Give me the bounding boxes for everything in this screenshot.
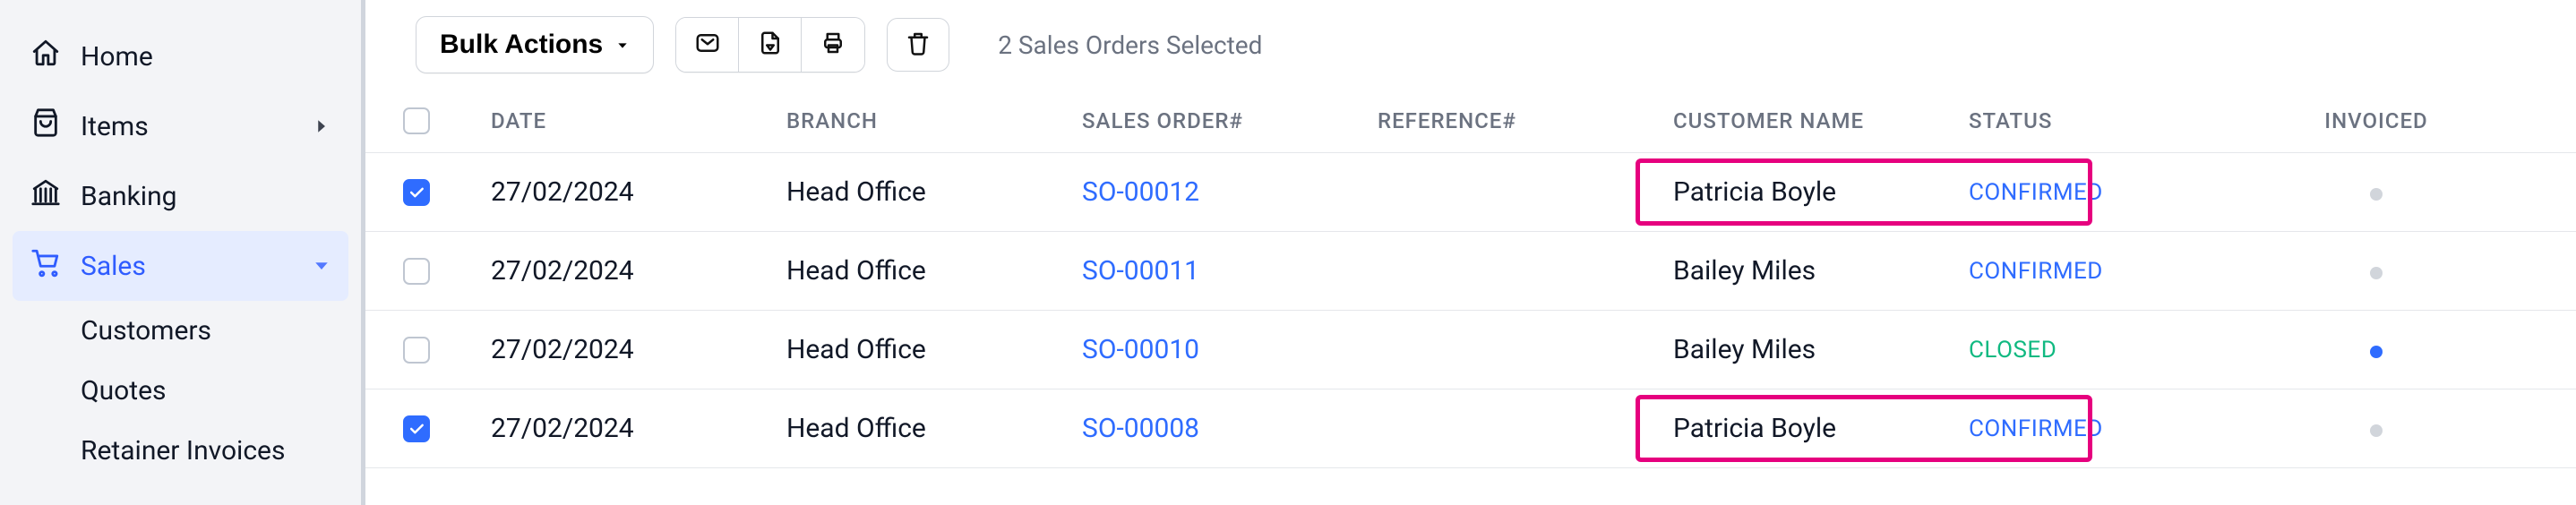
cell-payment	[2506, 334, 2576, 365]
cell-branch: Head Office	[786, 413, 1082, 444]
status-dot	[2370, 188, 2383, 201]
bulk-actions-button[interactable]: Bulk Actions	[416, 16, 654, 73]
cell-so-link[interactable]: SO-00011	[1082, 255, 1378, 287]
col-date[interactable]: DATE	[491, 108, 786, 133]
table-row[interactable]: 27/02/2024 Head Office SO-00010 Bailey M…	[365, 311, 2576, 389]
sidebar-label: Sales	[81, 251, 146, 282]
sidebar-sub-customers[interactable]: Customers	[0, 301, 361, 361]
cell-date: 27/02/2024	[491, 413, 786, 444]
cell-status: CONFIRMED	[1969, 415, 2246, 442]
cell-customer: Patricia Boyle	[1673, 176, 1969, 208]
cell-branch: Head Office	[786, 334, 1082, 365]
col-invoiced[interactable]: INVOICED	[2246, 108, 2506, 133]
chevron-right-icon	[313, 111, 331, 142]
cell-date: 27/02/2024	[491, 176, 786, 208]
cell-customer: Patricia Boyle	[1673, 413, 1969, 444]
cell-invoiced	[2246, 255, 2506, 287]
cell-branch: Head Office	[786, 176, 1082, 208]
pdf-icon	[757, 30, 784, 60]
table-row[interactable]: 27/02/2024 Head Office SO-00012 Patricia…	[365, 153, 2576, 232]
col-status[interactable]: STATUS	[1969, 108, 2246, 133]
sidebar: Home Items Banking Sales	[0, 0, 365, 505]
cell-date: 27/02/2024	[491, 334, 786, 365]
col-so[interactable]: SALES ORDER#	[1082, 108, 1378, 133]
sidebar-label: Banking	[81, 181, 177, 212]
cell-status: CONFIRMED	[1969, 179, 2246, 206]
cell-status: CLOSED	[1969, 337, 2246, 364]
cell-so-link[interactable]: SO-00008	[1082, 413, 1378, 444]
mail-button[interactable]	[676, 18, 739, 72]
cell-customer: Bailey Miles	[1673, 334, 1969, 365]
caret-down-icon	[615, 30, 630, 60]
cell-invoiced	[2246, 176, 2506, 208]
row-checkbox[interactable]	[403, 179, 430, 206]
selection-count: 2 Sales Orders Selected	[998, 30, 1262, 60]
print-icon	[820, 30, 846, 60]
table-row[interactable]: 27/02/2024 Head Office SO-00008 Patricia…	[365, 389, 2576, 468]
delete-button[interactable]	[887, 18, 949, 72]
table-row[interactable]: 27/02/2024 Head Office SO-00011 Bailey M…	[365, 232, 2576, 311]
cell-payment	[2506, 255, 2576, 287]
sidebar-sub-quotes[interactable]: Quotes	[0, 361, 361, 421]
cell-payment	[2506, 176, 2576, 208]
main: Bulk Actions	[365, 0, 2576, 505]
status-dot	[2370, 424, 2383, 437]
chevron-down-icon	[313, 251, 331, 282]
home-icon	[30, 38, 61, 75]
cell-invoiced	[2246, 413, 2506, 444]
table-body: 27/02/2024 Head Office SO-00012 Patricia…	[365, 153, 2576, 468]
sidebar-item-items[interactable]: Items	[0, 91, 361, 161]
row-checkbox[interactable]	[403, 337, 430, 364]
cell-status: CONFIRMED	[1969, 258, 2246, 285]
trash-icon	[905, 30, 932, 60]
col-ref[interactable]: REFERENCE#	[1378, 108, 1673, 133]
button-label: Bulk Actions	[440, 30, 603, 60]
sidebar-label: Home	[81, 41, 153, 73]
cell-date: 27/02/2024	[491, 255, 786, 287]
export-group	[675, 17, 865, 73]
status-dot	[2370, 346, 2383, 358]
cell-payment	[2506, 413, 2576, 444]
cell-so-link[interactable]: SO-00010	[1082, 334, 1378, 365]
sidebar-item-banking[interactable]: Banking	[0, 161, 361, 231]
sidebar-label: Items	[81, 111, 149, 142]
row-checkbox[interactable]	[403, 258, 430, 285]
col-customer[interactable]: CUSTOMER NAME	[1673, 108, 1969, 133]
col-branch[interactable]: BRANCH	[786, 108, 1082, 133]
mail-icon	[694, 30, 721, 60]
col-payment[interactable]: PAYMENT	[2506, 108, 2576, 133]
cell-invoiced	[2246, 334, 2506, 365]
cart-icon	[30, 247, 61, 285]
bank-icon	[30, 177, 61, 215]
cell-customer: Bailey Miles	[1673, 255, 1969, 287]
sidebar-item-sales[interactable]: Sales	[13, 231, 348, 301]
row-checkbox[interactable]	[403, 415, 430, 442]
print-button[interactable]	[802, 18, 864, 72]
bag-icon	[30, 107, 61, 145]
cell-so-link[interactable]: SO-00012	[1082, 176, 1378, 208]
pdf-button[interactable]	[739, 18, 802, 72]
table-header: DATE BRANCH SALES ORDER# REFERENCE# CUST…	[365, 90, 2576, 153]
select-all-checkbox[interactable]	[403, 107, 430, 134]
sidebar-item-home[interactable]: Home	[0, 21, 361, 91]
status-dot	[2370, 267, 2383, 279]
sidebar-sub-retainer-invoices[interactable]: Retainer Invoices	[0, 421, 361, 481]
cell-branch: Head Office	[786, 255, 1082, 287]
toolbar: Bulk Actions	[365, 0, 2576, 90]
